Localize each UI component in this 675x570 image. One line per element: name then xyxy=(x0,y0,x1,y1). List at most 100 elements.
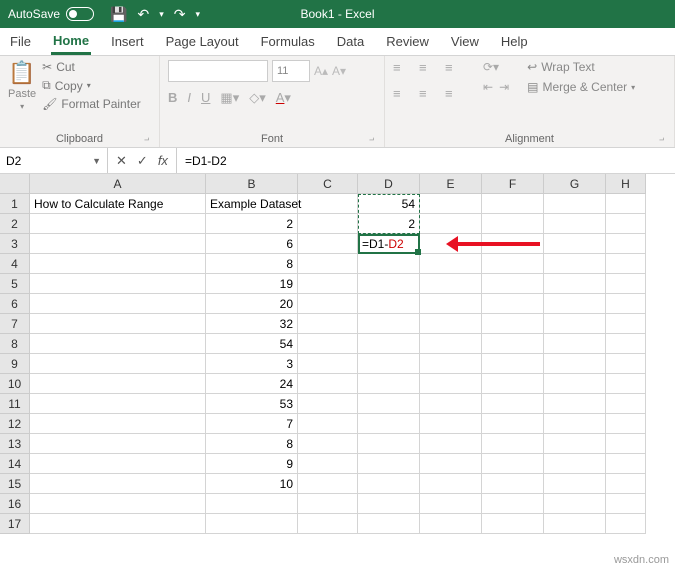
cell[interactable] xyxy=(298,514,358,534)
col-header[interactable]: E xyxy=(420,174,482,194)
cell[interactable] xyxy=(358,314,420,334)
bold-button[interactable]: B xyxy=(168,90,177,106)
italic-button[interactable]: I xyxy=(187,90,191,106)
cell[interactable]: 32 xyxy=(206,314,298,334)
cell[interactable] xyxy=(358,394,420,414)
row-header[interactable]: 7 xyxy=(0,314,30,334)
cell[interactable]: 8 xyxy=(206,434,298,454)
cell[interactable] xyxy=(30,414,206,434)
cell[interactable] xyxy=(482,254,544,274)
cell[interactable] xyxy=(544,214,606,234)
cell[interactable] xyxy=(606,254,646,274)
cell[interactable] xyxy=(482,414,544,434)
cell[interactable] xyxy=(606,274,646,294)
row-header[interactable]: 13 xyxy=(0,434,30,454)
cell[interactable] xyxy=(544,294,606,314)
cell[interactable] xyxy=(482,314,544,334)
tab-page-layout[interactable]: Page Layout xyxy=(164,30,241,53)
wrap-text-button[interactable]: ↩Wrap Text xyxy=(527,60,635,74)
cell[interactable] xyxy=(606,474,646,494)
cell[interactable] xyxy=(298,274,358,294)
cell[interactable] xyxy=(420,494,482,514)
cell[interactable] xyxy=(482,194,544,214)
row-header[interactable]: 2 xyxy=(0,214,30,234)
cell[interactable] xyxy=(420,374,482,394)
cell[interactable] xyxy=(420,314,482,334)
cell[interactable] xyxy=(358,254,420,274)
cell[interactable] xyxy=(482,354,544,374)
row-header[interactable]: 17 xyxy=(0,514,30,534)
cell[interactable]: 24 xyxy=(206,374,298,394)
cell[interactable] xyxy=(298,334,358,354)
toggle-off-icon[interactable] xyxy=(66,7,94,21)
chevron-down-icon[interactable]: ▾ xyxy=(631,83,635,92)
cell[interactable] xyxy=(606,334,646,354)
cell[interactable] xyxy=(544,454,606,474)
undo-dropdown-icon[interactable]: ▾ xyxy=(159,9,164,20)
cell[interactable] xyxy=(298,294,358,314)
paste-button[interactable]: 📋 Paste ▾ xyxy=(8,60,36,111)
copy-button[interactable]: ⧉Copy▾ xyxy=(42,78,141,93)
row-header[interactable]: 5 xyxy=(0,274,30,294)
row-header[interactable]: 12 xyxy=(0,414,30,434)
row-header[interactable]: 15 xyxy=(0,474,30,494)
cell[interactable] xyxy=(420,434,482,454)
cell[interactable] xyxy=(482,434,544,454)
cell[interactable] xyxy=(482,454,544,474)
cell[interactable] xyxy=(298,314,358,334)
cell[interactable] xyxy=(358,354,420,374)
border-button[interactable]: ▦▾ xyxy=(220,90,239,106)
cell[interactable] xyxy=(30,214,206,234)
cell[interactable] xyxy=(298,234,358,254)
col-header[interactable]: A xyxy=(30,174,206,194)
font-size-select[interactable]: 11 xyxy=(272,60,310,82)
col-header[interactable]: G xyxy=(544,174,606,194)
cell[interactable] xyxy=(482,274,544,294)
cell[interactable] xyxy=(544,314,606,334)
cell[interactable] xyxy=(482,294,544,314)
cell[interactable] xyxy=(30,234,206,254)
chevron-down-icon[interactable]: ▼ xyxy=(92,156,101,166)
cell[interactable]: 3 xyxy=(206,354,298,374)
cell[interactable] xyxy=(544,194,606,214)
cell[interactable]: 2 xyxy=(206,214,298,234)
cell[interactable] xyxy=(606,394,646,414)
cell[interactable] xyxy=(544,254,606,274)
cell[interactable]: 2 xyxy=(358,214,420,234)
cell[interactable] xyxy=(298,394,358,414)
align-left-icon[interactable]: ≡ xyxy=(393,86,413,108)
cell[interactable] xyxy=(606,454,646,474)
cell[interactable] xyxy=(30,494,206,514)
cell[interactable]: 54 xyxy=(206,334,298,354)
align-right-icon[interactable]: ≡ xyxy=(445,86,465,108)
cell[interactable] xyxy=(606,494,646,514)
cell[interactable] xyxy=(420,514,482,534)
name-box[interactable]: D2 ▼ xyxy=(0,148,108,173)
fx-icon[interactable]: fx xyxy=(158,153,168,168)
chevron-down-icon[interactable]: ▾ xyxy=(20,102,24,111)
cell[interactable]: 7 xyxy=(206,414,298,434)
col-header[interactable]: D xyxy=(358,174,420,194)
active-edit-cell[interactable]: =D1-D2 xyxy=(358,234,420,254)
cell[interactable] xyxy=(606,354,646,374)
cell[interactable] xyxy=(358,474,420,494)
cell[interactable] xyxy=(358,494,420,514)
col-header[interactable]: F xyxy=(482,174,544,194)
align-bottom-icon[interactable]: ≡ xyxy=(445,60,465,82)
cell[interactable] xyxy=(30,374,206,394)
row-header[interactable]: 6 xyxy=(0,294,30,314)
align-top-icon[interactable]: ≡ xyxy=(393,60,413,82)
cell[interactable]: 8 xyxy=(206,254,298,274)
align-center-icon[interactable]: ≡ xyxy=(419,86,439,108)
cell[interactable] xyxy=(298,254,358,274)
cell[interactable] xyxy=(482,514,544,534)
cell[interactable] xyxy=(420,334,482,354)
tab-review[interactable]: Review xyxy=(384,30,431,53)
enter-icon[interactable]: ✓ xyxy=(137,153,148,169)
cell[interactable] xyxy=(544,494,606,514)
cell[interactable] xyxy=(420,214,482,234)
row-header[interactable]: 1 xyxy=(0,194,30,214)
cell[interactable] xyxy=(30,334,206,354)
cell[interactable] xyxy=(482,474,544,494)
col-header[interactable]: B xyxy=(206,174,298,194)
